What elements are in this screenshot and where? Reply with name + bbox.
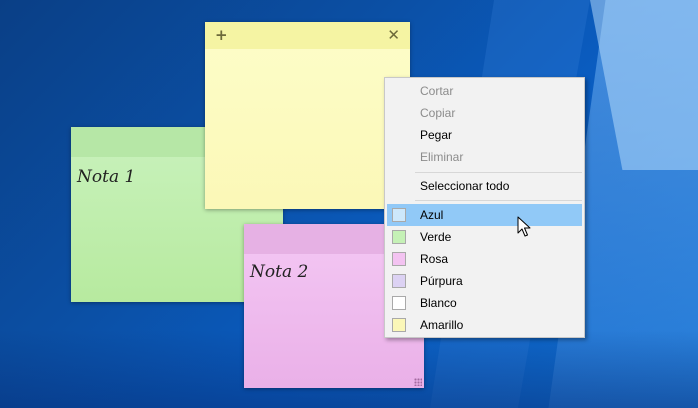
color-swatch-icon (392, 318, 406, 332)
note-text[interactable]: Nota 2 (250, 262, 308, 282)
sticky-note-yellow[interactable]: + ✕ (205, 22, 410, 209)
menu-item-label: Púrpura (420, 274, 463, 288)
menu-item-label: Copiar (420, 106, 456, 120)
menu-item-label: Blanco (420, 296, 457, 310)
close-icon[interactable]: ✕ (387, 26, 400, 44)
menu-item-label: Rosa (420, 252, 449, 266)
menu-item-color-blue[interactable]: Azul (387, 204, 582, 226)
menu-separator (415, 172, 582, 173)
menu-item-delete[interactable]: Eliminar (387, 146, 582, 168)
menu-item-label: Verde (420, 230, 452, 244)
menu-separator (415, 200, 582, 201)
menu-item-label: Pegar (420, 128, 453, 142)
color-swatch-icon (392, 274, 406, 288)
menu-item-select-all[interactable]: Seleccionar todo (387, 175, 582, 197)
color-swatch-icon (392, 252, 406, 266)
menu-item-color-yellow[interactable]: Amarillo (387, 314, 582, 336)
menu-item-label: Amarillo (420, 318, 464, 332)
menu-item-cut[interactable]: Cortar (387, 80, 582, 102)
menu-item-color-white[interactable]: Blanco (387, 292, 582, 314)
note-header[interactable]: + ✕ (205, 22, 410, 49)
plus-icon[interactable]: + (215, 26, 228, 44)
menu-item-label: Azul (420, 208, 444, 222)
menu-item-label: Eliminar (420, 150, 464, 164)
menu-item-label: Cortar (420, 84, 454, 98)
context-menu: Cortar Copiar Pegar Eliminar Seleccionar… (384, 77, 585, 338)
menu-item-paste[interactable]: Pegar (387, 124, 582, 146)
resize-grip-icon[interactable] (414, 378, 422, 386)
color-swatch-icon (392, 208, 406, 222)
mouse-pointer-icon (517, 216, 531, 237)
menu-item-color-green[interactable]: Verde (387, 226, 582, 248)
menu-item-label: Seleccionar todo (420, 179, 510, 193)
menu-item-color-pink[interactable]: Rosa (387, 248, 582, 270)
menu-item-color-purple[interactable]: Púrpura (387, 270, 582, 292)
color-swatch-icon (392, 296, 406, 310)
note-text[interactable]: Nota 1 (77, 167, 135, 187)
color-swatch-icon (392, 230, 406, 244)
menu-item-copy[interactable]: Copiar (387, 102, 582, 124)
